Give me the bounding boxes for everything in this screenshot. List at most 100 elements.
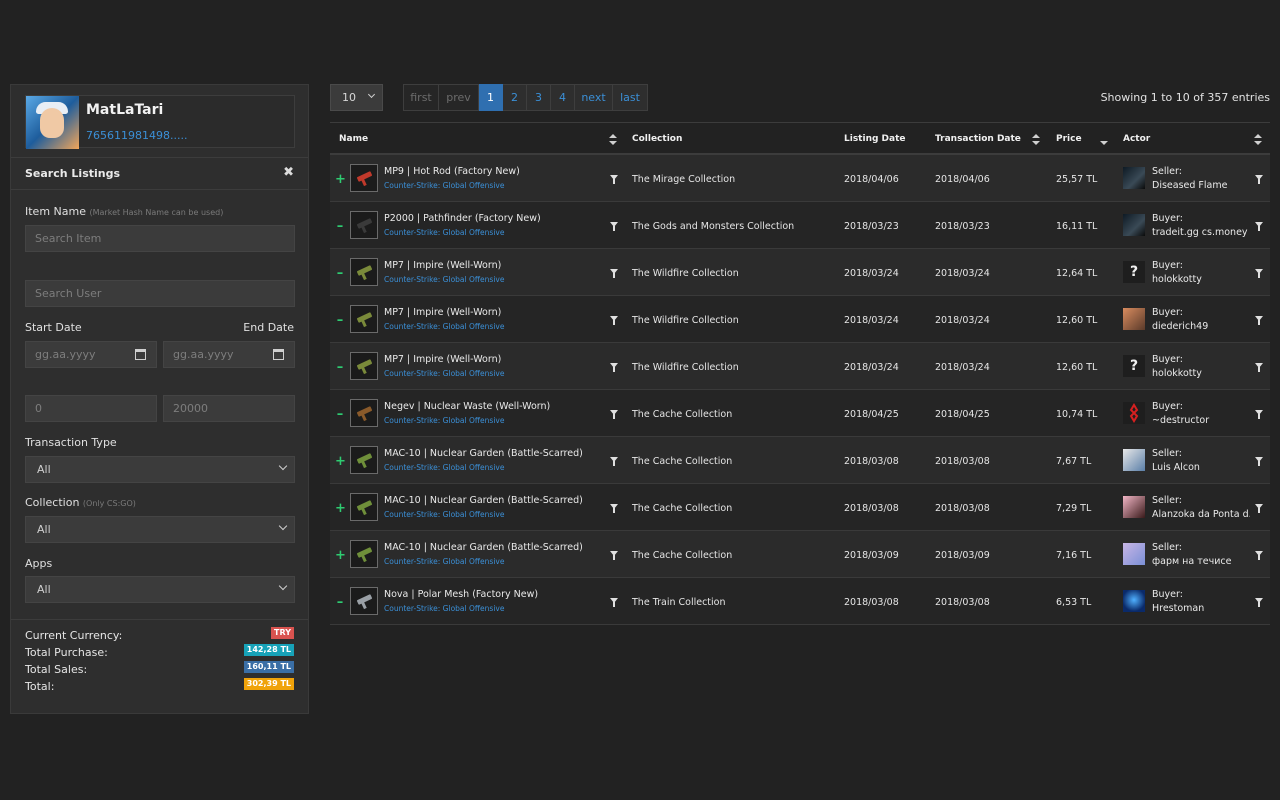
- pager-last[interactable]: last: [613, 84, 648, 111]
- avatar[interactable]: [1123, 167, 1145, 189]
- item-game[interactable]: Counter-Strike: Global Offensive: [384, 181, 504, 190]
- table-row[interactable]: + MP9 | Hot Rod (Factory New) Counter-St…: [330, 155, 1270, 202]
- header-listing-date[interactable]: Listing Date: [844, 134, 906, 144]
- item-name[interactable]: MAC-10 | Nuclear Garden (Battle-Scarred): [384, 448, 583, 459]
- actor-name[interactable]: фарм на течисе: [1152, 556, 1250, 567]
- calendar-icon[interactable]: [273, 349, 284, 360]
- filter-icon[interactable]: [1255, 269, 1263, 278]
- filter-icon[interactable]: [1255, 410, 1263, 419]
- item-name[interactable]: MP7 | Impire (Well-Worn): [384, 260, 501, 271]
- filter-icon[interactable]: [1255, 222, 1263, 231]
- sort-icon[interactable]: [1032, 134, 1040, 146]
- avatar[interactable]: [1123, 402, 1145, 424]
- item-thumbnail[interactable]: [350, 399, 378, 427]
- avatar[interactable]: [1123, 543, 1145, 565]
- item-thumbnail[interactable]: [350, 540, 378, 568]
- item-thumbnail[interactable]: [350, 305, 378, 333]
- header-transaction-date[interactable]: Transaction Date: [935, 134, 1021, 144]
- filter-icon[interactable]: [1255, 551, 1263, 560]
- sort-icon[interactable]: [1254, 134, 1262, 146]
- filter-icon[interactable]: [610, 363, 618, 372]
- filter-icon[interactable]: [1255, 363, 1263, 372]
- item-name[interactable]: MAC-10 | Nuclear Garden (Battle-Scarred): [384, 495, 583, 506]
- item-game[interactable]: Counter-Strike: Global Offensive: [384, 369, 504, 378]
- min-price-input[interactable]: 0: [25, 395, 157, 422]
- calendar-icon[interactable]: [135, 349, 146, 360]
- profile-steam-id[interactable]: 765611981498.....: [86, 129, 187, 142]
- table-row[interactable]: – MP7 | Impire (Well-Worn) Counter-Strik…: [330, 296, 1270, 343]
- filter-icon[interactable]: [1255, 598, 1263, 607]
- transaction-type-select[interactable]: All: [25, 456, 295, 483]
- start-date-field[interactable]: gg.aa.yyyy: [25, 341, 157, 368]
- end-date-field[interactable]: gg.aa.yyyy: [163, 341, 295, 368]
- table-row[interactable]: – MP7 | Impire (Well-Worn) Counter-Strik…: [330, 249, 1270, 296]
- item-name[interactable]: MP7 | Impire (Well-Worn): [384, 307, 501, 318]
- collection-select[interactable]: All: [25, 516, 295, 543]
- page-length-select[interactable]: 10: [330, 84, 383, 111]
- avatar[interactable]: [1123, 496, 1145, 518]
- pager-page-3[interactable]: 3: [527, 84, 551, 111]
- table-row[interactable]: + MAC-10 | Nuclear Garden (Battle-Scarre…: [330, 484, 1270, 531]
- filter-icon[interactable]: [610, 551, 618, 560]
- filter-icon[interactable]: [610, 598, 618, 607]
- filter-icon[interactable]: [610, 269, 618, 278]
- item-name[interactable]: P2000 | Pathfinder (Factory New): [384, 213, 541, 224]
- sort-desc-icon[interactable]: [1100, 134, 1108, 146]
- avatar[interactable]: ?: [1123, 261, 1145, 283]
- close-icon[interactable]: ✖: [283, 165, 294, 180]
- item-game[interactable]: Counter-Strike: Global Offensive: [384, 557, 504, 566]
- sort-icon[interactable]: [609, 134, 617, 146]
- actor-name[interactable]: Luis Alcon: [1152, 462, 1250, 473]
- actor-name[interactable]: tradeit.gg cs.money: [1152, 227, 1250, 238]
- header-price[interactable]: Price: [1056, 134, 1082, 144]
- actor-name[interactable]: ~destructor: [1152, 415, 1250, 426]
- item-name[interactable]: MAC-10 | Nuclear Garden (Battle-Scarred): [384, 542, 583, 553]
- item-game[interactable]: Counter-Strike: Global Offensive: [384, 275, 504, 284]
- pager-prev[interactable]: prev: [439, 84, 479, 111]
- filter-icon[interactable]: [610, 410, 618, 419]
- actor-name[interactable]: holokkotty: [1152, 274, 1250, 285]
- item-thumbnail[interactable]: [350, 164, 378, 192]
- table-row[interactable]: – Nova | Polar Mesh (Factory New) Counte…: [330, 578, 1270, 625]
- table-row[interactable]: + MAC-10 | Nuclear Garden (Battle-Scarre…: [330, 437, 1270, 484]
- item-thumbnail[interactable]: [350, 587, 378, 615]
- item-name[interactable]: MP9 | Hot Rod (Factory New): [384, 166, 520, 177]
- table-row[interactable]: – MP7 | Impire (Well-Worn) Counter-Strik…: [330, 343, 1270, 390]
- search-user-input[interactable]: Search User: [25, 280, 295, 307]
- avatar[interactable]: [1123, 449, 1145, 471]
- filter-icon[interactable]: [610, 457, 618, 466]
- item-thumbnail[interactable]: [350, 258, 378, 286]
- profile-card[interactable]: MatLaTari 765611981498.....: [25, 95, 295, 149]
- item-name[interactable]: Nova | Polar Mesh (Factory New): [384, 589, 538, 600]
- item-game[interactable]: Counter-Strike: Global Offensive: [384, 510, 504, 519]
- header-name[interactable]: Name: [339, 134, 368, 144]
- item-game[interactable]: Counter-Strike: Global Offensive: [384, 463, 504, 472]
- avatar[interactable]: [1123, 308, 1145, 330]
- actor-name[interactable]: Alanzoka da Ponta d...: [1152, 509, 1250, 520]
- table-row[interactable]: – Negev | Nuclear Waste (Well-Worn) Coun…: [330, 390, 1270, 437]
- item-thumbnail[interactable]: [350, 352, 378, 380]
- filter-icon[interactable]: [610, 316, 618, 325]
- pager-page-2[interactable]: 2: [503, 84, 527, 111]
- avatar[interactable]: [26, 96, 79, 149]
- actor-name[interactable]: diederich49: [1152, 321, 1250, 332]
- item-game[interactable]: Counter-Strike: Global Offensive: [384, 228, 504, 237]
- item-thumbnail[interactable]: [350, 493, 378, 521]
- filter-icon[interactable]: [610, 504, 618, 513]
- apps-select[interactable]: All: [25, 576, 295, 603]
- item-game[interactable]: Counter-Strike: Global Offensive: [384, 322, 504, 331]
- header-actor[interactable]: Actor: [1123, 134, 1150, 144]
- pager-next[interactable]: next: [575, 84, 613, 111]
- filter-icon[interactable]: [1255, 175, 1263, 184]
- avatar[interactable]: ?: [1123, 355, 1145, 377]
- search-item-input[interactable]: Search Item: [25, 225, 295, 252]
- filter-icon[interactable]: [610, 222, 618, 231]
- actor-name[interactable]: holokkotty: [1152, 368, 1250, 379]
- item-game[interactable]: Counter-Strike: Global Offensive: [384, 604, 504, 613]
- item-game[interactable]: Counter-Strike: Global Offensive: [384, 416, 504, 425]
- pager-page-1[interactable]: 1: [479, 84, 503, 111]
- actor-name[interactable]: Hrestoman: [1152, 603, 1250, 614]
- item-thumbnail[interactable]: [350, 211, 378, 239]
- table-row[interactable]: + MAC-10 | Nuclear Garden (Battle-Scarre…: [330, 531, 1270, 578]
- filter-icon[interactable]: [1255, 504, 1263, 513]
